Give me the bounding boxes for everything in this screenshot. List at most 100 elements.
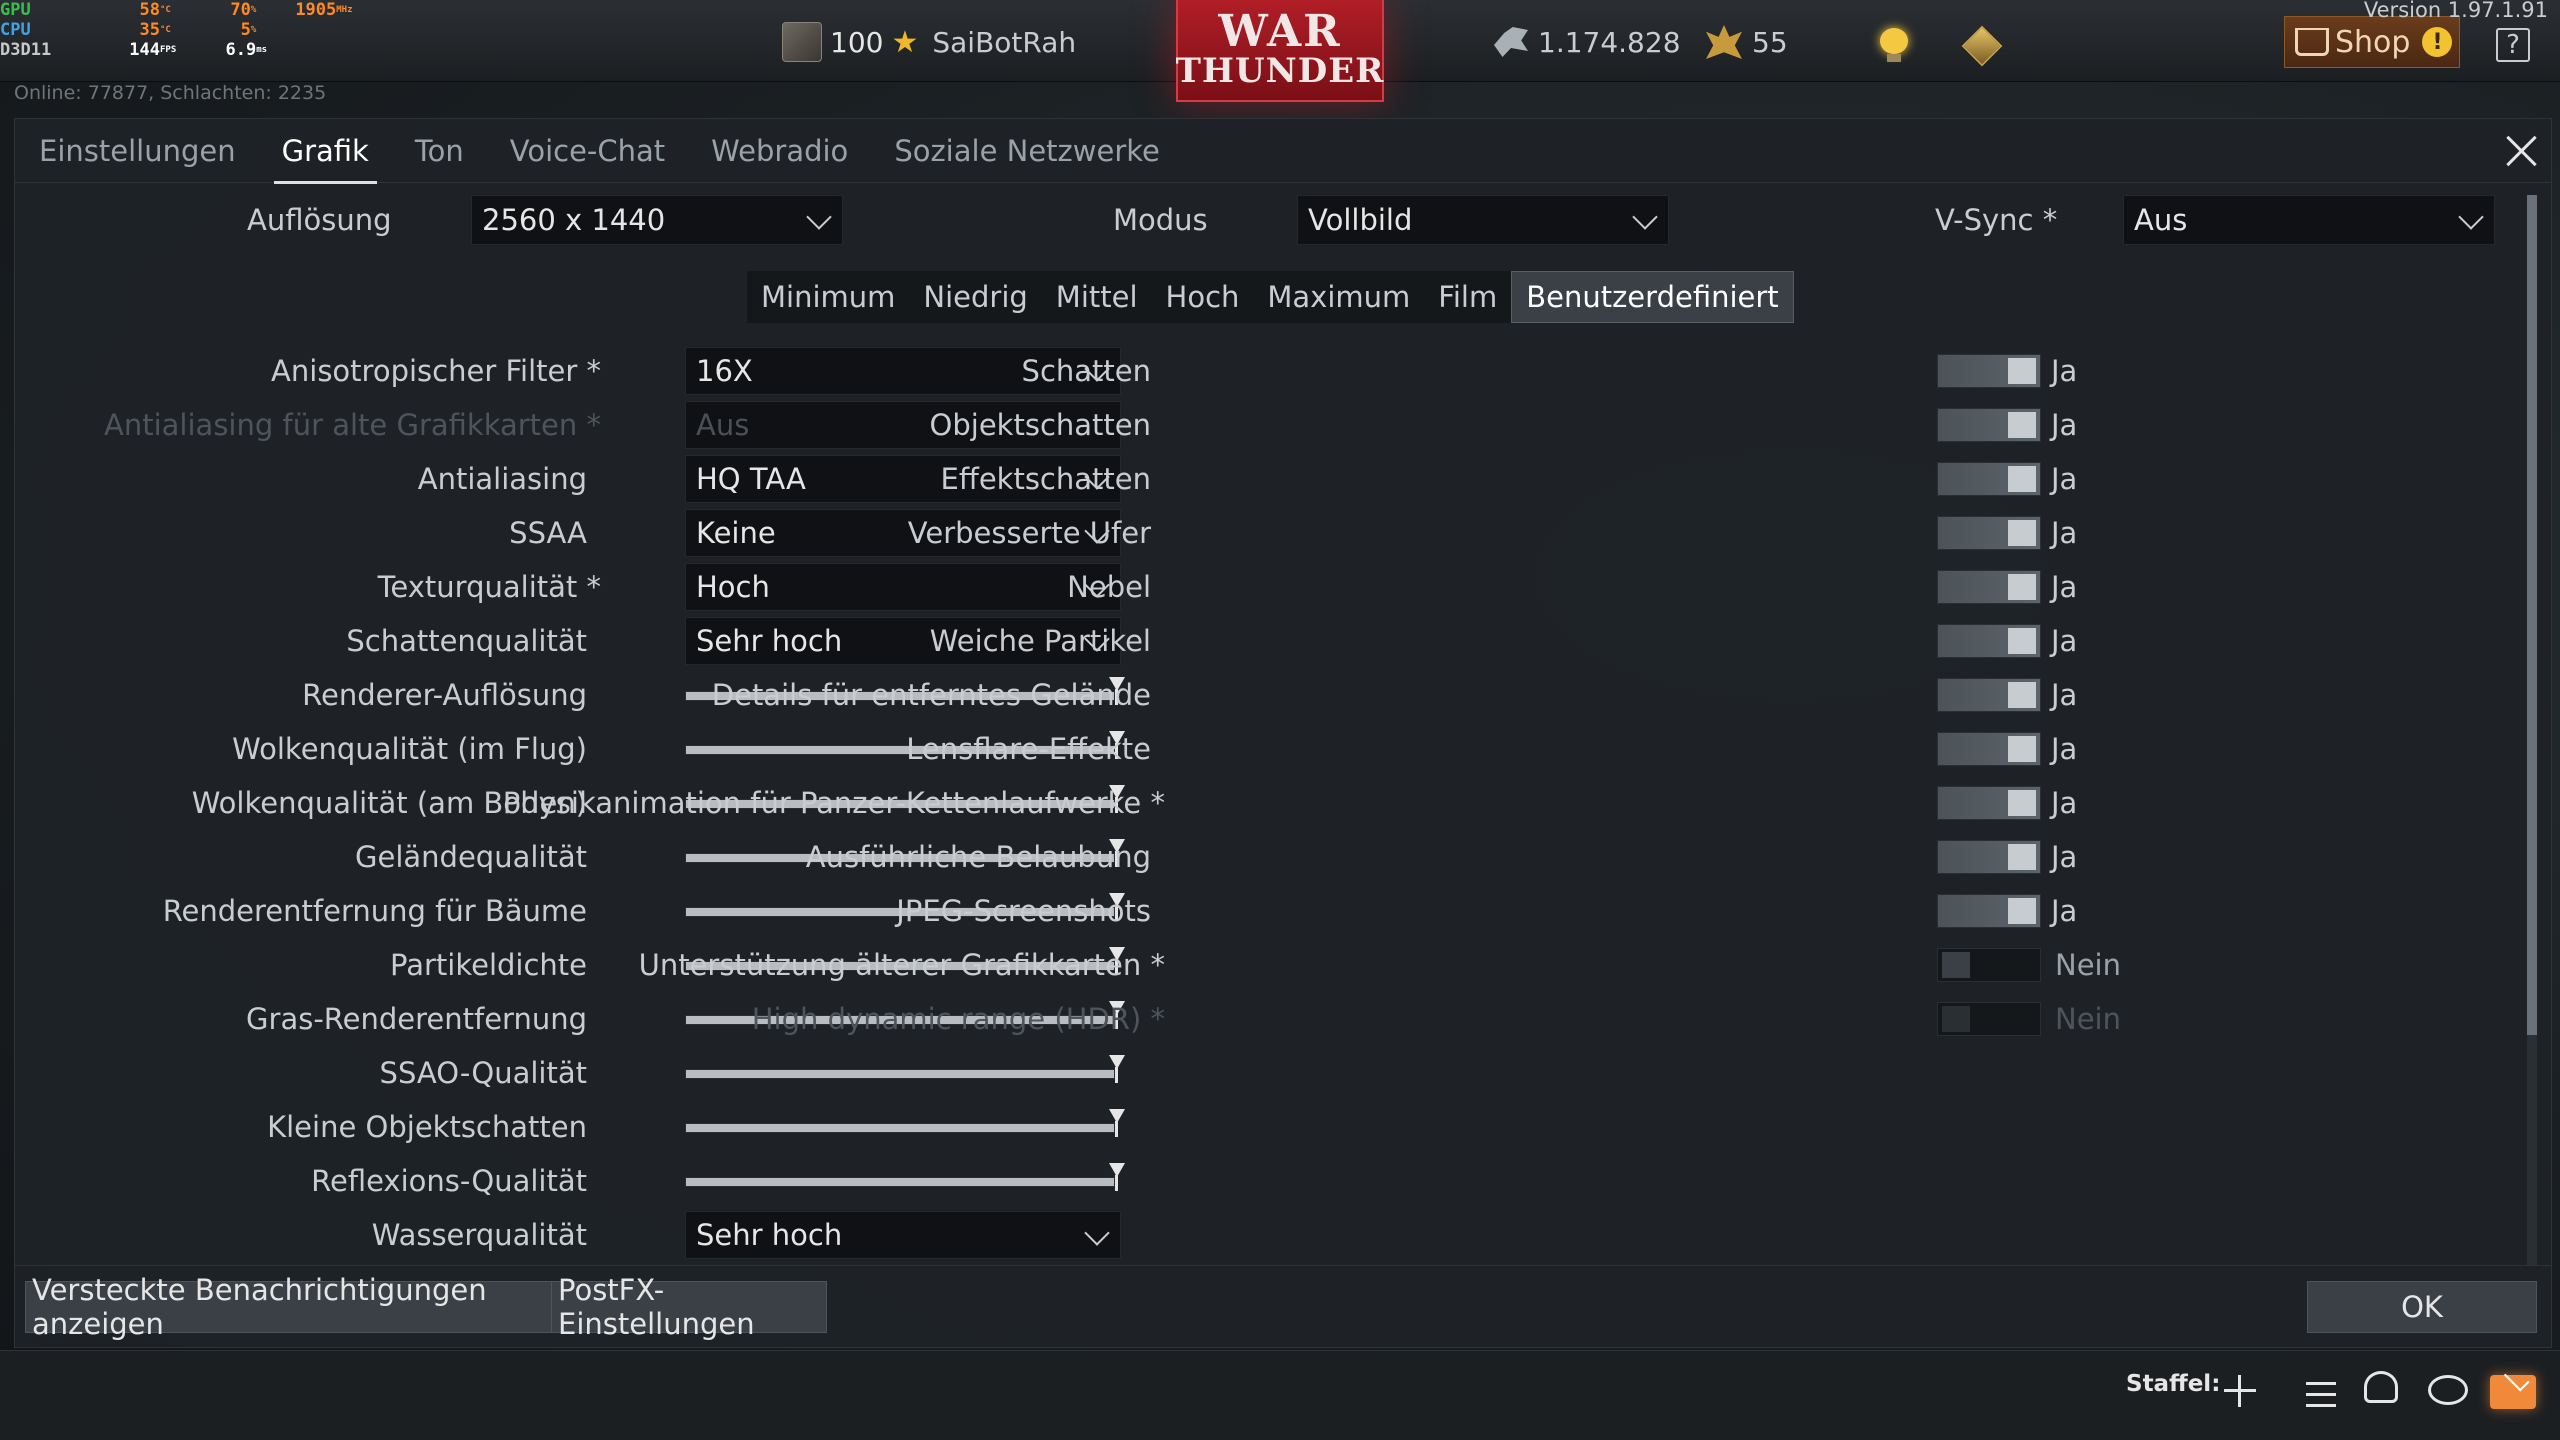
player-name: SaiBotRah (932, 25, 1077, 59)
toggle-knob (2008, 520, 2036, 546)
toggle-state-text: Ja (2051, 840, 2078, 874)
toggle-state-text: Ja (2051, 624, 2078, 658)
chevron-down-icon (1632, 204, 1658, 230)
perf-label: GPU (0, 0, 31, 20)
silver-lions[interactable]: 1.174.828 (1494, 20, 1681, 64)
tab-einstellungen[interactable]: Einstellungen (39, 119, 236, 183)
option-select[interactable]: Sehr hoch (685, 1211, 1121, 1259)
toggle-knob (2008, 790, 2036, 816)
list-icon[interactable] (2306, 1377, 2336, 1407)
option-value: Sehr hoch (696, 624, 843, 658)
postfx-settings-button[interactable]: PostFX-Einstellungen (551, 1273, 827, 1341)
footer-divider (15, 1265, 2551, 1266)
toggle-state-text: Nein (2055, 948, 2121, 982)
option-toggle[interactable] (1937, 516, 2041, 550)
slider-track[interactable] (685, 1123, 1115, 1133)
lightbulb-icon[interactable] (1880, 28, 1908, 62)
option-toggle[interactable] (1937, 462, 2041, 496)
perf-value: 5 (240, 20, 251, 40)
option-select[interactable]: Hoch (685, 563, 1121, 611)
quality-presets: Minimum Niedrig Mittel Hoch Maximum Film… (747, 271, 1794, 323)
option-label: Nebel (1067, 570, 1151, 604)
option-toggle (1937, 1002, 2041, 1036)
toggle-state-text: Ja (2051, 408, 2078, 442)
war-thunder-logo: WAR THUNDER (1176, 0, 1384, 102)
ok-button[interactable]: OK (2307, 1281, 2537, 1333)
friends-icon[interactable] (2364, 1371, 2398, 1403)
toggle-knob (2008, 736, 2036, 762)
premium-diamond-icon[interactable] (1961, 25, 2003, 67)
mode-select[interactable]: Vollbild (1297, 195, 1669, 245)
perf-unit: °C (160, 5, 171, 15)
vsync-select[interactable]: Aus (2123, 195, 2495, 245)
option-label: Schatten (1021, 354, 1151, 388)
tab-grafik[interactable]: Grafik (273, 119, 378, 184)
preset-hoch[interactable]: Hoch (1152, 271, 1254, 323)
option-toggle[interactable] (1937, 354, 2041, 388)
option-label: Antialiasing für alte Grafikkarten * (104, 408, 601, 442)
version-label: Version 1.97.1.91 (2363, 0, 2548, 22)
slider-track[interactable] (685, 1069, 1115, 1079)
preset-film[interactable]: Film (1424, 271, 1511, 323)
player-info[interactable]: 100 ★ SaiBotRah (782, 20, 1076, 64)
option-value: Keine (696, 516, 776, 550)
option-label: Geländequalität (355, 840, 587, 874)
option-label: Wolkenqualität (im Flug) (232, 732, 587, 766)
toggle-state-text: Ja (2051, 786, 2078, 820)
perf-unit: ms (256, 45, 268, 55)
option-label: Partikeldichte (390, 948, 587, 982)
option-toggle[interactable] (1937, 948, 2041, 982)
toggle-knob (2008, 898, 2036, 924)
perf-value: 58 (139, 0, 160, 20)
resolution-select[interactable]: 2560 x 1440 (471, 195, 843, 245)
quality-slider[interactable] (685, 1053, 1125, 1093)
chevron-down-icon (2458, 204, 2484, 230)
tab-voice-chat[interactable]: Voice-Chat (510, 119, 665, 183)
bottom-bar: Staffel: (0, 1350, 2560, 1440)
quality-slider[interactable] (685, 1161, 1125, 1201)
preset-niedrig[interactable]: Niedrig (909, 271, 1041, 323)
preset-minimum[interactable]: Minimum (747, 271, 909, 323)
show-hidden-notifications-button[interactable]: Versteckte Benachrichtigungen anzeigen (25, 1273, 553, 1341)
close-icon[interactable] (2501, 131, 2541, 171)
option-label: Wasserqualität (371, 1218, 587, 1252)
option-label: Texturqualität * (377, 570, 601, 604)
preset-mittel[interactable]: Mittel (1042, 271, 1152, 323)
slider-track[interactable] (685, 1177, 1115, 1187)
quality-slider[interactable] (685, 1107, 1125, 1147)
option-label: Verbesserte Ufer (907, 516, 1151, 550)
perf-row-gpu: GPU 58 °C 70% 1905 MHz (0, 0, 353, 20)
chat-icon[interactable] (2428, 1375, 2468, 1405)
toggle-knob (1942, 952, 1970, 978)
option-toggle[interactable] (1937, 732, 2041, 766)
tab-ton[interactable]: Ton (415, 119, 464, 183)
preset-benutzerdefiniert[interactable]: Benutzerdefiniert (1511, 271, 1794, 323)
perf-unit: % (250, 25, 257, 35)
option-toggle[interactable] (1937, 840, 2041, 874)
mail-icon[interactable] (2490, 1375, 2536, 1409)
option-toggle[interactable] (1937, 894, 2041, 928)
option-toggle[interactable] (1937, 408, 2041, 442)
chevron-down-icon (806, 204, 832, 230)
preset-maximum[interactable]: Maximum (1253, 271, 1424, 323)
star-icon: ★ (891, 24, 919, 60)
option-toggle[interactable] (1937, 786, 2041, 820)
toggle-state-text: Ja (2051, 678, 2078, 712)
tab-webradio[interactable]: Webradio (711, 119, 848, 183)
tab-soziale-netzwerke[interactable]: Soziale Netzwerke (894, 119, 1160, 183)
option-toggle[interactable] (1937, 570, 2041, 604)
option-toggle[interactable] (1937, 678, 2041, 712)
golden-eagles[interactable]: 55 (1706, 20, 1788, 64)
option-label: Antialiasing (417, 462, 587, 496)
help-button[interactable]: ? (2496, 28, 2530, 62)
plus-icon[interactable] (2220, 1371, 2260, 1411)
perf-value: 144 (129, 40, 160, 60)
scrollbar-thumb[interactable] (2527, 195, 2537, 1035)
perf-unit: FPS (160, 45, 177, 55)
option-label: Details für entferntes Gelände (711, 678, 1151, 712)
toggle-knob (2008, 682, 2036, 708)
perf-unit: MHz (336, 5, 353, 15)
scrollbar[interactable] (2527, 195, 2537, 1265)
shop-button[interactable]: Shop ! (2284, 16, 2460, 68)
option-toggle[interactable] (1937, 624, 2041, 658)
